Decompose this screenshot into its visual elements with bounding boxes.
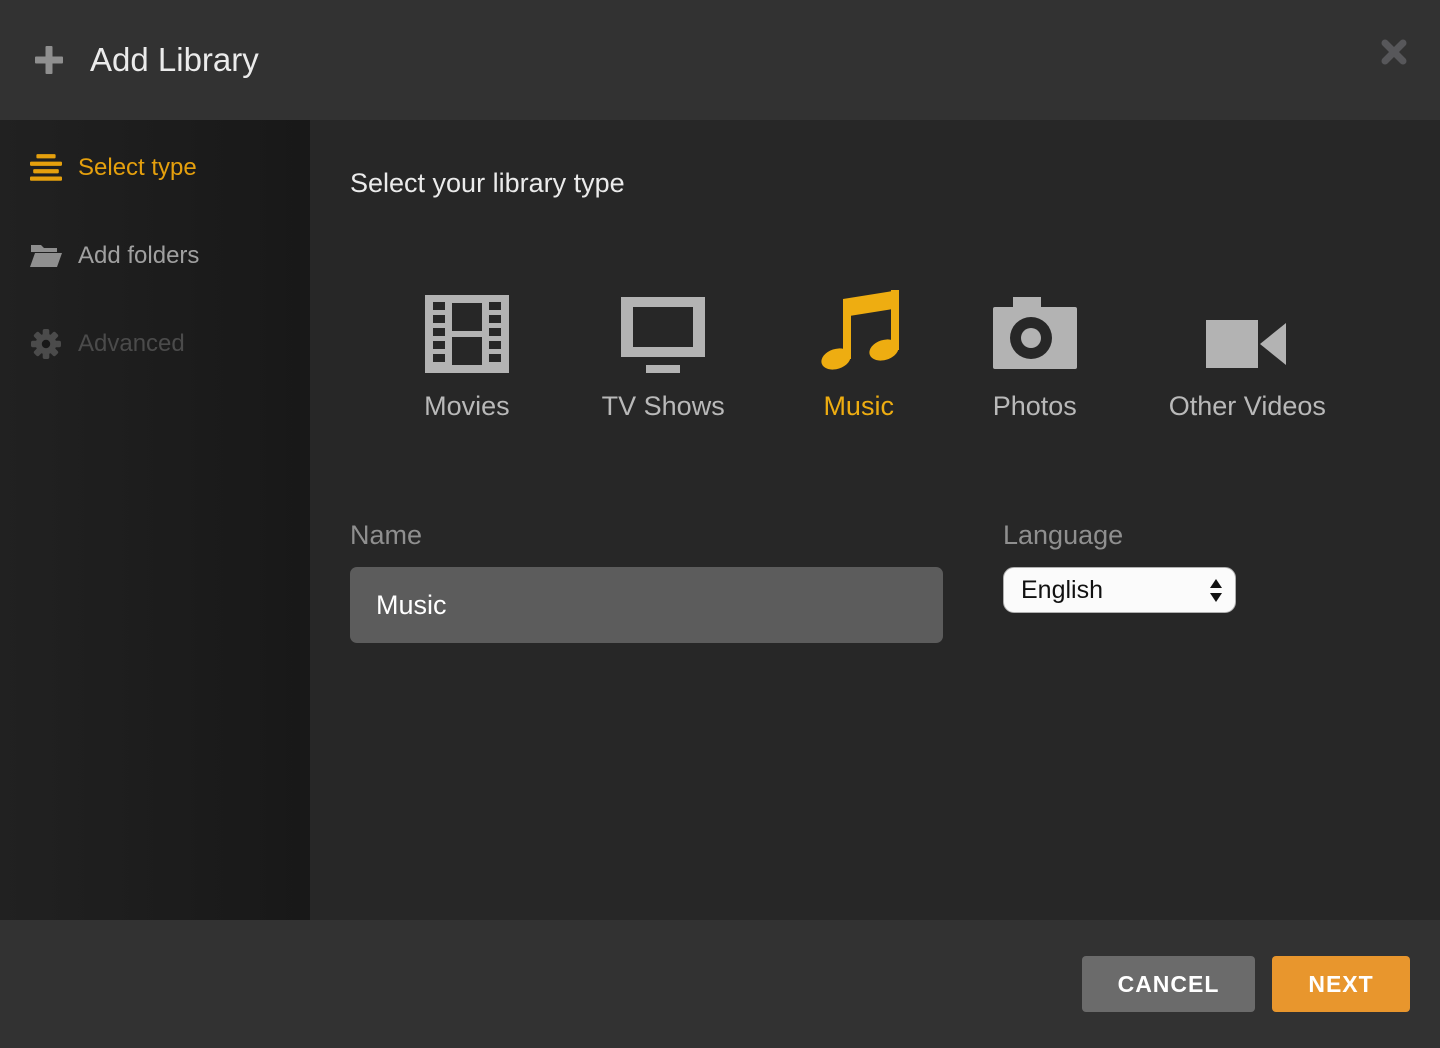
language-label: Language: [1003, 520, 1236, 551]
library-type-movies[interactable]: Movies: [424, 287, 510, 422]
library-type-label: Music: [823, 391, 894, 422]
library-type-label: Photos: [993, 391, 1077, 422]
close-icon[interactable]: [1380, 38, 1408, 66]
dialog-title: Add Library: [90, 41, 259, 79]
folder-icon: [30, 243, 62, 269]
cancel-button[interactable]: CANCEL: [1082, 956, 1255, 1012]
wizard-steps-sidebar: Select type Add folders Advanced: [0, 120, 310, 920]
gear-icon: [30, 329, 62, 359]
main-panel: Select your library type Movies TV Shows…: [310, 120, 1440, 920]
camera-icon: [993, 287, 1077, 373]
sidebar-item-select-type[interactable]: Select type: [0, 148, 310, 188]
library-type-photos[interactable]: Photos: [993, 287, 1077, 422]
next-button[interactable]: NEXT: [1272, 956, 1410, 1012]
music-note-icon: [817, 287, 901, 373]
library-type-label: TV Shows: [602, 391, 725, 422]
sidebar-item-label: Select type: [78, 154, 197, 182]
sidebar-item-advanced: Advanced: [0, 324, 310, 364]
sidebar-item-label: Advanced: [78, 330, 185, 358]
plus-icon: [34, 45, 64, 75]
library-type-tv-shows[interactable]: TV Shows: [602, 287, 725, 422]
tv-icon: [621, 287, 705, 373]
library-type-music[interactable]: Music: [817, 287, 901, 422]
library-type-options: Movies TV Shows Music Photos Other Video: [310, 287, 1440, 422]
dialog-header: Add Library: [0, 0, 1440, 120]
library-type-heading: Select your library type: [350, 168, 1440, 199]
sidebar-item-add-folders[interactable]: Add folders: [0, 236, 310, 276]
library-type-label: Other Videos: [1169, 391, 1326, 422]
list-icon: [30, 154, 62, 182]
library-type-label: Movies: [424, 391, 510, 422]
sidebar-item-label: Add folders: [78, 242, 199, 270]
language-select[interactable]: English: [1003, 567, 1236, 613]
film-strip-icon: [425, 287, 509, 373]
library-type-other-videos[interactable]: Other Videos: [1169, 287, 1326, 422]
library-name-input[interactable]: [350, 567, 943, 643]
select-spinner-icon: [1209, 579, 1223, 602]
name-label: Name: [350, 520, 943, 551]
dialog-footer: CANCEL NEXT: [0, 920, 1440, 1048]
library-details-fields: Name Language English: [350, 520, 1440, 643]
video-camera-icon: [1206, 287, 1288, 373]
language-selected-value: English: [1021, 576, 1103, 605]
